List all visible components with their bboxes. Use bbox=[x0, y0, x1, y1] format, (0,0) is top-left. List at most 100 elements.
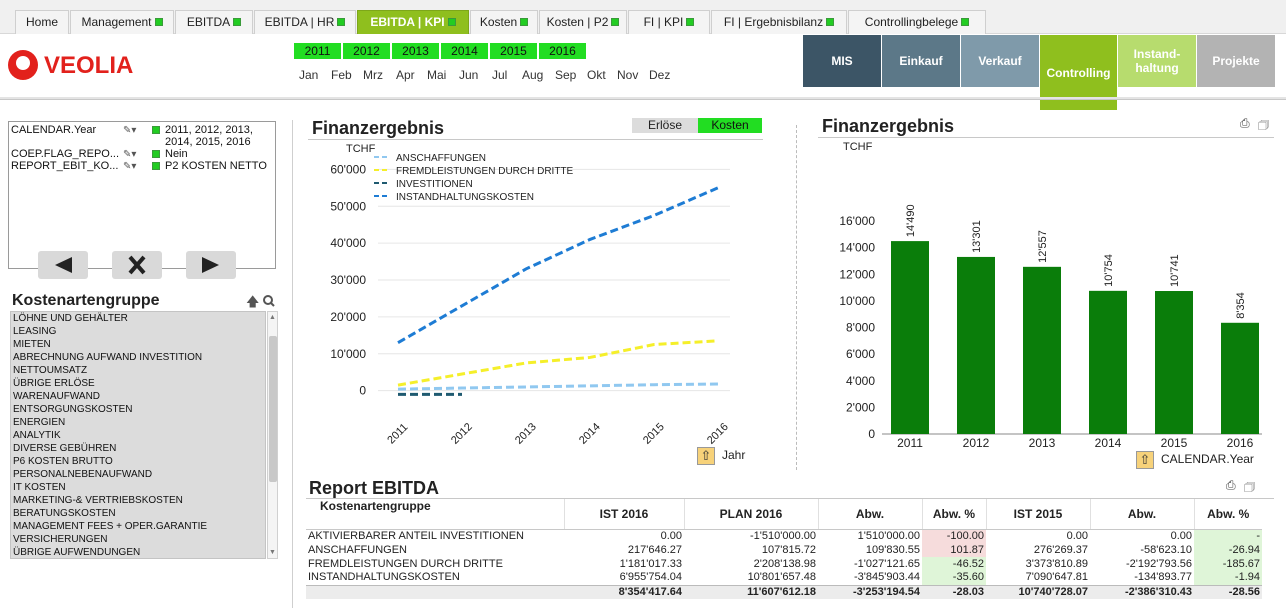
list-item[interactable]: ÜBRIGE AUFWENDUNGEN bbox=[11, 546, 265, 558]
bar[interactable] bbox=[1155, 291, 1193, 434]
list-item[interactable]: LEASING bbox=[11, 325, 265, 338]
list-item[interactable]: P6 KOSTEN BRUTTO bbox=[11, 455, 265, 468]
year-button-2013[interactable]: 2013 bbox=[392, 43, 440, 59]
month-button-apr[interactable]: Apr bbox=[396, 68, 415, 82]
column-header[interactable]: Kostenartengruppe bbox=[306, 499, 564, 530]
table-row[interactable]: INSTANDHALTUNGSKOSTEN 6'955'754.04 10'801'… bbox=[306, 571, 1262, 585]
month-button-feb[interactable]: Feb bbox=[331, 68, 352, 82]
nav-button-mis[interactable]: MIS bbox=[803, 35, 881, 87]
tab-fi-kpi[interactable]: FI | KPI bbox=[628, 10, 710, 34]
clear-button[interactable] bbox=[112, 251, 162, 279]
year-button-2011[interactable]: 2011 bbox=[294, 43, 342, 59]
month-button-dez[interactable]: Dez bbox=[649, 68, 670, 82]
list-item[interactable]: ENTSORGUNGSKOSTEN bbox=[11, 403, 265, 416]
back-button[interactable] bbox=[38, 251, 88, 279]
year-button-2015[interactable]: 2015 bbox=[490, 43, 538, 59]
table-row[interactable]: AKTIVIERBARER ANTEIL INVESTITIONEN 0.00 -1… bbox=[306, 529, 1262, 543]
bar[interactable] bbox=[891, 241, 929, 434]
year-button-2014[interactable]: 2014 bbox=[441, 43, 489, 59]
toggle-erloese-button[interactable]: Erlöse bbox=[632, 118, 698, 133]
eraser-icon[interactable]: ✎▾ bbox=[123, 149, 136, 160]
month-button-nov[interactable]: Nov bbox=[617, 68, 638, 82]
nav-button-einkauf[interactable]: Einkauf bbox=[882, 35, 960, 87]
month-button-mai[interactable]: Mai bbox=[427, 68, 446, 82]
toggle-kosten-button[interactable]: Kosten bbox=[698, 118, 762, 133]
column-header[interactable]: Abw. bbox=[1089, 499, 1194, 530]
tab-home[interactable]: Home bbox=[15, 10, 69, 34]
table-cell: ANSCHAFFUNGEN bbox=[308, 543, 408, 556]
list-item[interactable]: DIVERSE GEBÜHREN bbox=[11, 442, 265, 455]
list-item[interactable]: NETTOUMSATZ bbox=[11, 364, 265, 377]
list-item[interactable]: VERSICHERUNGEN bbox=[11, 533, 265, 546]
nav-button-instandhaltung[interactable]: Instand-haltung bbox=[1118, 35, 1196, 87]
bar[interactable] bbox=[1089, 290, 1127, 434]
bar[interactable] bbox=[1221, 322, 1259, 434]
y-tick-label: 4'000 bbox=[846, 374, 875, 388]
scrollbar-thumb[interactable] bbox=[269, 336, 277, 482]
eraser-icon[interactable]: ✎▾ bbox=[123, 161, 136, 172]
forward-button[interactable] bbox=[186, 251, 236, 279]
column-header[interactable]: IST 2015 bbox=[985, 499, 1090, 530]
tab-controllingbelege[interactable]: Controllingbelege bbox=[848, 10, 986, 34]
month-button-aug[interactable]: Aug bbox=[522, 68, 543, 82]
eraser-icon[interactable]: ✎▾ bbox=[123, 125, 136, 136]
list-item[interactable]: MIETEN bbox=[11, 338, 265, 351]
kostenartengruppe-listbox[interactable]: LÖHNE UND GEHÄLTER LEASING MIETEN ABRECHNUN… bbox=[10, 311, 266, 559]
cycle-dimension-icon[interactable]: ⇧ bbox=[1136, 451, 1154, 469]
list-item[interactable]: LÖHNE UND GEHÄLTER bbox=[11, 312, 265, 325]
sort-up-icon[interactable]: 🡅 bbox=[246, 294, 259, 309]
bar-chart-dimension: CALENDAR.Year bbox=[1161, 452, 1254, 466]
month-button-okt[interactable]: Okt bbox=[587, 68, 606, 82]
tab-management[interactable]: Management bbox=[70, 10, 174, 34]
bar[interactable] bbox=[957, 256, 995, 434]
list-item[interactable]: ANALYTIK bbox=[11, 429, 265, 442]
month-button-mrz[interactable]: Mrz bbox=[363, 68, 383, 82]
tab-label: EBITDA | KPI bbox=[370, 15, 445, 29]
tab-kosten-p2[interactable]: Kosten | P2 bbox=[539, 10, 627, 34]
scroll-up-icon[interactable]: ▲ bbox=[269, 314, 276, 321]
print-icon[interactable]: ⎙ bbox=[1226, 478, 1236, 493]
search-icon[interactable] bbox=[263, 295, 275, 307]
month-button-jul[interactable]: Jul bbox=[492, 68, 507, 82]
scroll-down-icon[interactable]: ▼ bbox=[269, 549, 276, 556]
list-item[interactable]: MANAGEMENT FEES + OPER.GARANTIE bbox=[11, 520, 265, 533]
list-item[interactable]: ÜBRIGE ERLÖSE bbox=[11, 377, 265, 390]
table-row[interactable]: ANSCHAFFUNGEN 217'646.27 107'815.72 109'830… bbox=[306, 543, 1262, 557]
month-button-jan[interactable]: Jan bbox=[299, 68, 318, 82]
list-item[interactable]: MARKETING-& VERTRIEBSKOSTEN bbox=[11, 494, 265, 507]
list-item[interactable]: IT KOSTEN bbox=[11, 481, 265, 494]
cycle-dimension-icon[interactable]: ⇧ bbox=[697, 447, 715, 465]
tab-ebitda[interactable]: EBITDA bbox=[175, 10, 253, 34]
print-icon[interactable]: ⎙ bbox=[1240, 116, 1250, 131]
column-header[interactable]: Abw. % bbox=[921, 499, 986, 530]
y-tick-label: 12'000 bbox=[839, 267, 875, 281]
report-table: Kostenartengruppe IST 2016 PLAN 2016 Abw. Ab… bbox=[306, 499, 1262, 599]
y-tick-label: 0 bbox=[868, 427, 875, 441]
bar[interactable] bbox=[1023, 266, 1061, 434]
list-item[interactable]: WARENAUFWAND bbox=[11, 390, 265, 403]
tab-fi-ergebnisbilanz[interactable]: FI | Ergebnisbilanz bbox=[711, 10, 847, 34]
column-header[interactable]: Abw. % bbox=[1193, 499, 1262, 530]
year-button-2012[interactable]: 2012 bbox=[343, 43, 391, 59]
tab-ebitda-hr[interactable]: EBITDA | HR bbox=[254, 10, 356, 34]
list-item[interactable]: ENERGIEN bbox=[11, 416, 265, 429]
list-item[interactable]: ABRECHNUNG AUFWAND INVESTITION bbox=[11, 351, 265, 364]
list-item[interactable]: PERSONALNEBENAUFWAND bbox=[11, 468, 265, 481]
listbox-scrollbar[interactable]: ▲ ▼ bbox=[267, 311, 278, 559]
column-header[interactable]: IST 2016 bbox=[563, 499, 684, 530]
month-button-jun[interactable]: Jun bbox=[459, 68, 478, 82]
tab-label: FI | Ergebnisbilanz bbox=[723, 15, 824, 29]
tab-ebitda-kpi[interactable]: EBITDA | KPI bbox=[357, 10, 469, 34]
tab-kosten[interactable]: Kosten bbox=[470, 10, 538, 34]
table-cell: 217'646.27 bbox=[627, 543, 682, 556]
table-row[interactable]: FREMDLEISTUNGEN DURCH DRITTE 1'181'017.33… bbox=[306, 557, 1262, 571]
nav-button-verkauf[interactable]: Verkauf bbox=[961, 35, 1039, 87]
year-button-2016[interactable]: 2016 bbox=[539, 43, 587, 59]
column-header[interactable]: Abw. bbox=[817, 499, 922, 530]
column-header[interactable]: PLAN 2016 bbox=[683, 499, 818, 530]
month-button-sep[interactable]: Sep bbox=[555, 68, 576, 82]
export-excel-icon[interactable]: 🗇 bbox=[1244, 478, 1255, 499]
list-item[interactable]: BERATUNGSKOSTEN bbox=[11, 507, 265, 520]
nav-button-projekte[interactable]: Projekte bbox=[1197, 35, 1275, 87]
export-excel-icon[interactable]: 🗇 bbox=[1258, 116, 1269, 137]
